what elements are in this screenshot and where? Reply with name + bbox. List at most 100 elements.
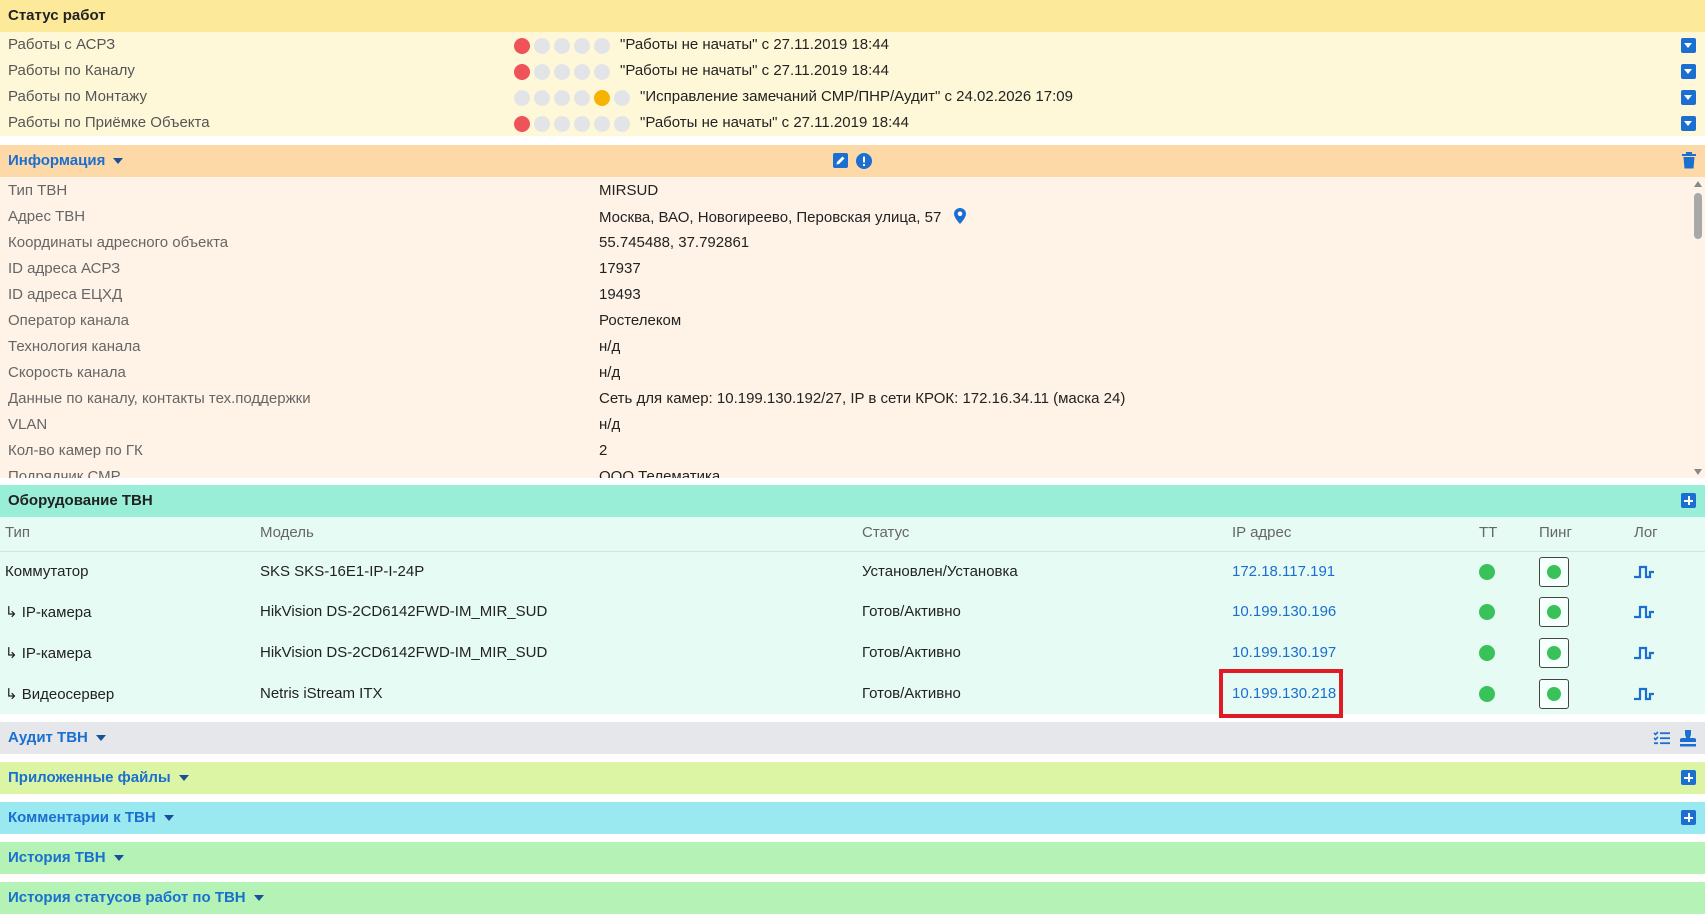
chevron-down-icon [95, 735, 106, 742]
scrollbar-thumb[interactable] [1694, 193, 1702, 239]
equipment-status: Готов/Активно [862, 685, 961, 702]
status-row-label: Работы по Монтажу [8, 88, 147, 105]
ping-button[interactable] [1539, 638, 1569, 668]
chevron-down-icon [113, 855, 124, 862]
audit-title[interactable]: Аудит ТВН [8, 729, 106, 746]
status-dot [594, 116, 610, 132]
trash-icon[interactable] [1681, 152, 1697, 169]
status-dot [574, 90, 590, 106]
status-row-text: "Работы не начаты" с 27.11.2019 18:44 [640, 114, 909, 131]
info-header[interactable]: Информация [0, 145, 1705, 177]
log-graph-icon[interactable] [1633, 564, 1655, 580]
log-graph-icon[interactable] [1633, 645, 1655, 661]
audit-title-text: Аудит ТВН [8, 729, 88, 746]
checklist-icon[interactable] [1653, 730, 1671, 746]
equipment-model: HikVision DS-2CD6142FWD-IM_MIR_SUD [260, 644, 548, 661]
status-dot [534, 64, 550, 80]
tt-status-dot [1479, 645, 1495, 661]
ping-button[interactable] [1539, 557, 1569, 587]
info-key: ID адреса ЕЦХД [8, 286, 123, 303]
col-header-type[interactable]: Тип [5, 524, 30, 541]
add-file-icon[interactable] [1681, 770, 1696, 785]
status-dot [574, 116, 590, 132]
add-equipment-icon[interactable] [1681, 493, 1696, 508]
ping-button[interactable] [1539, 597, 1569, 627]
equipment-ip-link[interactable]: 172.18.117.191 [1232, 563, 1335, 580]
status-dot [574, 38, 590, 54]
col-header-log[interactable]: Лог [1634, 524, 1658, 541]
equipment-type: Коммутатор [5, 563, 89, 580]
col-header-status[interactable]: Статус [862, 524, 909, 541]
comments-section-header[interactable]: Комментарии к ТВН [0, 802, 1705, 834]
status-row-text: "Работы не начаты" с 27.11.2019 18:44 [620, 36, 889, 53]
comments-title[interactable]: Комментарии к ТВН [8, 809, 174, 826]
expand-dropdown-icon[interactable] [1681, 64, 1696, 79]
col-header-tt[interactable]: ТТ [1479, 524, 1497, 541]
status-dot [594, 38, 610, 54]
status-dot [594, 90, 610, 106]
add-comment-icon[interactable] [1681, 810, 1696, 825]
log-graph-icon[interactable] [1633, 686, 1655, 702]
table-row: ↳ IP-камера HikVision DS-2CD6142FWD-IM_M… [0, 633, 1705, 673]
equipment-model: HikVision DS-2CD6142FWD-IM_MIR_SUD [260, 603, 548, 620]
status-history-section-header[interactable]: История статусов работ по ТВН [0, 882, 1705, 914]
info-key: VLAN [8, 416, 48, 433]
history-title[interactable]: История ТВН [8, 849, 124, 866]
equipment-model: SKS SKS-16E1-IP-I-24P [260, 563, 425, 580]
edit-icon[interactable] [833, 153, 848, 168]
info-key: Кол-во камер по ГК [8, 442, 143, 459]
audit-section-header[interactable]: Аудит ТВН [0, 722, 1705, 754]
status-dot [574, 64, 590, 80]
status-dot [534, 116, 550, 132]
info-row: Тип ТВН MIRSUD [0, 178, 1690, 204]
files-title-text: Приложенные файлы [8, 769, 171, 786]
scroll-up-icon[interactable] [1694, 181, 1702, 187]
chevron-down-icon [253, 895, 264, 902]
status-history-title[interactable]: История статусов работ по ТВН [8, 889, 264, 906]
info-key: Адрес ТВН [8, 208, 86, 225]
equipment-ip-link[interactable]: 10.199.130.196 [1232, 603, 1336, 620]
map-pin-icon[interactable] [954, 208, 967, 224]
info-row: Оператор канала Ростелеком [0, 308, 1690, 334]
equipment-header: Оборудование ТВН [0, 485, 1705, 517]
files-title[interactable]: Приложенные файлы [8, 769, 189, 786]
status-dot [534, 90, 550, 106]
col-header-ping[interactable]: Пинг [1539, 524, 1572, 541]
status-row-label: Работы по Каналу [8, 62, 135, 79]
ping-button[interactable] [1539, 679, 1569, 709]
info-key: Координаты адресного объекта [8, 234, 229, 251]
stamp-icon[interactable] [1679, 729, 1697, 747]
status-row-text: "Работы не начаты" с 27.11.2019 18:44 [620, 62, 889, 79]
info-title[interactable]: Информация [8, 152, 124, 169]
info-row: ID адреса АСРЗ 17937 [0, 256, 1690, 282]
alert-icon[interactable] [856, 153, 872, 169]
tt-status-dot [1479, 686, 1495, 702]
info-scrollbar[interactable] [1691, 179, 1705, 477]
expand-dropdown-icon[interactable] [1681, 90, 1696, 105]
status-row-text: "Исправление замечаний СМР/ПНР/Аудит" с … [640, 88, 1073, 105]
files-section-header[interactable]: Приложенные файлы [0, 762, 1705, 794]
expand-dropdown-icon[interactable] [1681, 38, 1696, 53]
log-graph-icon[interactable] [1633, 604, 1655, 620]
equipment-model: Netris iStream ITX [260, 685, 383, 702]
scroll-down-icon[interactable] [1694, 469, 1702, 475]
info-value: н/д [599, 416, 621, 433]
status-dot [554, 64, 570, 80]
col-header-ip[interactable]: IP адрес [1232, 524, 1291, 541]
info-key: Оператор канала [8, 312, 129, 329]
comments-title-text: Комментарии к ТВН [8, 809, 156, 826]
equipment-status: Готов/Активно [862, 603, 961, 620]
equipment-ip-link[interactable]: 10.199.130.197 [1232, 644, 1336, 661]
chevron-down-icon [178, 775, 189, 782]
status-progress-dots [514, 38, 610, 54]
status-dot [514, 116, 530, 132]
ip-highlight-box [1219, 669, 1343, 718]
col-header-model[interactable]: Модель [260, 524, 314, 541]
history-section-header[interactable]: История ТВН [0, 842, 1705, 874]
chevron-down-icon [113, 158, 124, 165]
info-section: Информация Тип ТВН MIRSUD Адрес ТВН Москв… [0, 145, 1705, 478]
expand-dropdown-icon[interactable] [1681, 116, 1696, 131]
status-header: Статус работ [0, 0, 1705, 32]
status-row: Работы по Приёмке Объекта "Работы не нач… [0, 110, 1705, 136]
info-row: Адрес ТВН Москва, ВАО, Новогиреево, Перо… [0, 204, 1690, 230]
